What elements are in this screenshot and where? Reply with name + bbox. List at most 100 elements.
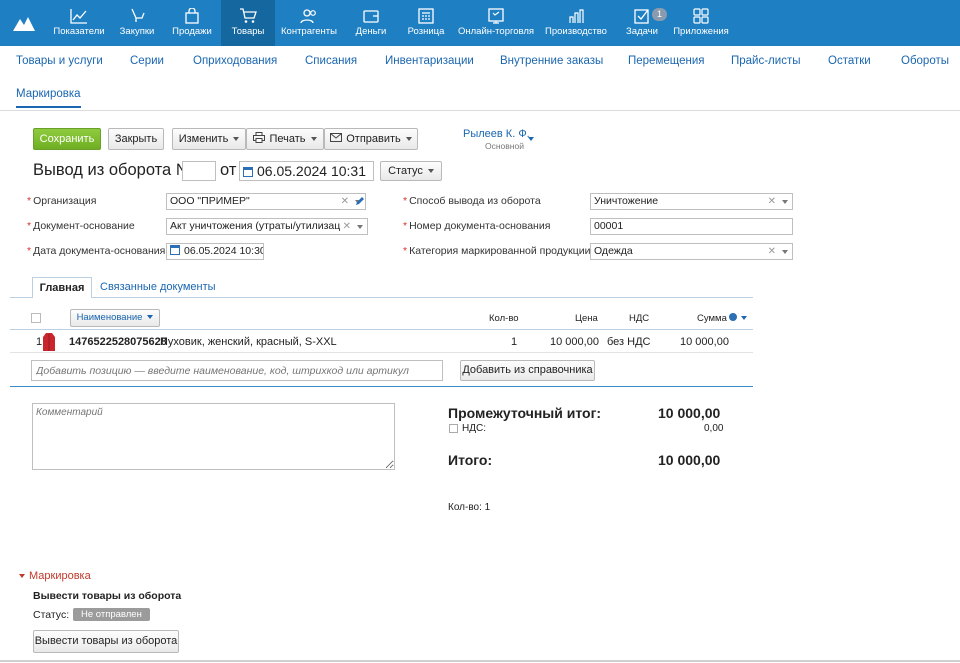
task-check-icon <box>634 9 649 24</box>
clear-icon[interactable]: ✕ <box>768 194 776 209</box>
withdraw-goods-button[interactable]: Вывести товары из оборота <box>33 630 179 653</box>
apps-grid-icon <box>693 8 709 24</box>
add-position-input[interactable] <box>31 360 443 381</box>
nav-label: Задачи <box>626 26 658 37</box>
subnav-transfers[interactable]: Перемещения <box>628 55 705 67</box>
print-dropdown-button[interactable]: Печать <box>246 128 324 150</box>
page-bottom-border <box>0 660 960 662</box>
cash-register-icon <box>418 8 434 24</box>
comment-textarea[interactable] <box>32 403 395 470</box>
marking-section-toggle[interactable]: Маркировка <box>19 570 91 582</box>
org-select[interactable]: ООО "ПРИМЕР" ✕ <box>166 193 366 210</box>
chevron-down-icon[interactable] <box>741 316 747 320</box>
subnav-marking[interactable]: Маркировка <box>16 88 81 108</box>
name-column-header: Наименование <box>76 312 143 323</box>
tasks-count-badge: 1 <box>652 8 668 21</box>
purchases-icon <box>131 8 145 22</box>
subnav-turnover[interactable]: Обороты <box>901 55 949 67</box>
tab-related-docs[interactable]: Связанные документы <box>100 281 216 293</box>
clear-icon[interactable]: ✕ <box>768 244 776 259</box>
print-label: Печать <box>269 133 306 145</box>
name-column-sort-button[interactable]: Наименование <box>70 309 160 327</box>
subnav-series[interactable]: Серии <box>130 55 164 67</box>
nav-label: Показатели <box>53 26 105 37</box>
nav-goods[interactable]: Товары <box>221 0 275 46</box>
chevron-down-icon <box>310 137 317 142</box>
subnav-writeoffs[interactable]: Списания <box>305 55 357 67</box>
subnav-receipts[interactable]: Оприходования <box>193 55 277 67</box>
user-role: Основной <box>485 141 524 151</box>
subnav-internal-orders[interactable]: Внутренние заказы <box>500 55 603 67</box>
doc-title: Вывод из оборота № <box>33 161 194 179</box>
nav-money[interactable]: Деньги <box>352 0 390 46</box>
subnav-price-lists[interactable]: Прайс-листы <box>731 55 800 67</box>
table-bottom-divider <box>10 386 753 387</box>
category-select[interactable]: Одежда ✕ <box>590 243 793 260</box>
nav-counterparties[interactable]: Контрагенты <box>280 0 338 46</box>
edit-dropdown-button[interactable]: Изменить <box>172 128 246 150</box>
doc-date-input[interactable]: 06.05.2024 10:31 <box>239 161 374 181</box>
edit-pencil-icon[interactable] <box>355 196 365 206</box>
subnav-goods-services[interactable]: Товары и услуги <box>16 55 103 67</box>
chevron-down-icon <box>405 137 412 142</box>
add-from-catalog-button[interactable]: Добавить из справочника <box>460 360 595 381</box>
clear-icon[interactable]: ✕ <box>341 194 349 209</box>
doc-date-value: 06.05.2024 10:31 <box>257 163 366 179</box>
basis-date-input[interactable]: 06.05.2024 10:30 <box>166 243 264 260</box>
logo-icon[interactable] <box>10 9 38 37</box>
org-label: * Организация <box>27 195 97 207</box>
chevron-down-icon <box>427 169 434 174</box>
send-dropdown-button[interactable]: Отправить <box>324 128 418 150</box>
people-icon <box>300 9 316 24</box>
vat-checkbox[interactable] <box>449 424 458 433</box>
nav-retail[interactable]: Розница <box>404 0 448 46</box>
status-dropdown-button[interactable]: Статус <box>380 161 442 181</box>
row-qty[interactable]: 1 <box>511 336 517 348</box>
row-vat: без НДС <box>607 336 651 348</box>
doc-number-input[interactable] <box>182 161 216 181</box>
category-label-text: Категория маркированной продукции <box>409 245 591 257</box>
qty-total: Кол-во: 1 <box>448 502 491 513</box>
subnav-inventories[interactable]: Инвентаризации <box>385 55 474 67</box>
chevron-down-icon[interactable] <box>357 225 363 229</box>
nav-production[interactable]: Производство <box>544 0 608 46</box>
table-row[interactable]: 1 1476522528075628 Пуховик, женский, кра… <box>10 331 753 353</box>
table-header-divider <box>10 329 753 330</box>
nav-label: Онлайн-торговля <box>458 26 535 37</box>
save-button[interactable]: Сохранить <box>33 128 101 150</box>
column-settings-gear-icon[interactable] <box>729 313 737 321</box>
shopping-cart-icon <box>240 8 257 23</box>
marking-status-label: Статус: <box>33 609 70 621</box>
close-button[interactable]: Закрыть <box>108 128 164 150</box>
nav-online[interactable]: Онлайн-торговля <box>458 0 534 46</box>
basis-select[interactable]: Акт уничтожения (утраты/утилизаци ✕ <box>166 218 368 235</box>
chevron-down-icon[interactable] <box>782 250 788 254</box>
chevron-down-icon <box>233 137 240 142</box>
nav-purchases[interactable]: Закупки <box>112 0 162 46</box>
basis-num-input[interactable]: 00001 <box>590 218 793 235</box>
envelope-icon <box>330 133 343 142</box>
nav-label: Розница <box>407 26 445 37</box>
row-price[interactable]: 10 000,00 <box>550 336 599 348</box>
category-label: * Категория маркированной продукции <box>403 245 591 257</box>
user-name[interactable]: Рылеев К. Ф. <box>463 128 530 140</box>
chevron-down-icon <box>19 574 25 579</box>
product-name[interactable]: Пуховик, женский, красный, S-XXL <box>160 336 337 348</box>
tab-main[interactable]: Главная <box>32 277 92 298</box>
nav-sales[interactable]: Продажи <box>166 0 218 46</box>
chevron-down-icon[interactable] <box>782 200 788 204</box>
select-all-checkbox[interactable] <box>31 313 41 323</box>
total-value: 10 000,00 <box>658 452 721 468</box>
nav-tasks[interactable]: Задачи <box>624 0 660 46</box>
subtotal-label: Промежуточный итог: <box>448 405 602 421</box>
clear-icon[interactable]: ✕ <box>340 219 351 234</box>
nav-apps[interactable]: Приложения <box>672 0 730 46</box>
row-sum: 10 000,00 <box>680 336 729 348</box>
chart-line-icon <box>70 9 87 24</box>
nav-indicators[interactable]: Показатели <box>48 0 110 46</box>
product-thumbnail-icon <box>43 333 55 351</box>
category-value: Одежда <box>594 245 633 257</box>
subnav-stock[interactable]: Остатки <box>828 55 871 67</box>
method-select[interactable]: Уничтожение ✕ <box>590 193 793 210</box>
user-chevron-down-icon[interactable] <box>528 137 534 141</box>
